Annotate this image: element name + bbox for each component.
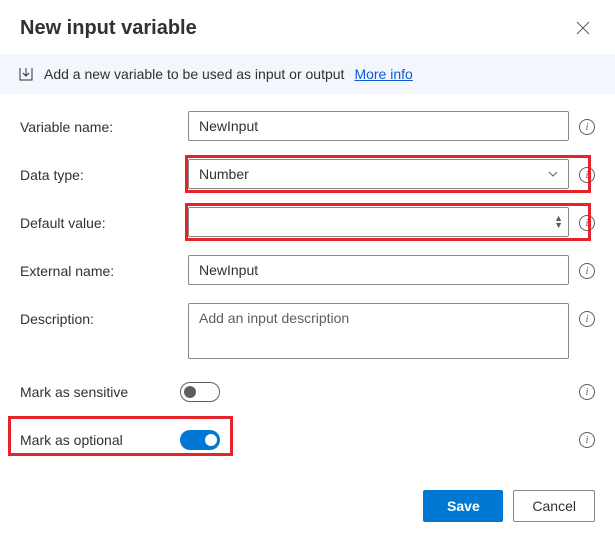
- chevron-down-icon: ▼: [554, 222, 563, 229]
- default-value-label: Default value:: [20, 207, 180, 231]
- more-info-link[interactable]: More info: [354, 66, 412, 82]
- data-type-label: Data type:: [20, 159, 180, 183]
- close-icon: [576, 21, 590, 35]
- info-icon[interactable]: i: [579, 432, 595, 448]
- save-button[interactable]: Save: [423, 490, 503, 522]
- info-icon[interactable]: i: [579, 167, 595, 183]
- info-icon[interactable]: i: [579, 263, 595, 279]
- mark-sensitive-toggle[interactable]: [180, 382, 220, 402]
- data-type-select[interactable]: Number: [188, 159, 569, 189]
- description-label: Description:: [20, 303, 180, 327]
- description-textarea[interactable]: [188, 303, 569, 359]
- variable-name-input[interactable]: [188, 111, 569, 141]
- external-name-input[interactable]: [188, 255, 569, 285]
- dialog-title: New input variable: [20, 17, 197, 40]
- info-icon[interactable]: i: [579, 384, 595, 400]
- external-name-label: External name:: [20, 255, 180, 279]
- banner-text: Add a new variable to be used as input o…: [44, 66, 344, 82]
- mark-optional-toggle[interactable]: [180, 430, 220, 450]
- mark-optional-label: Mark as optional: [20, 432, 180, 448]
- close-button[interactable]: [571, 16, 595, 40]
- spinner-control[interactable]: ▲▼: [554, 215, 563, 229]
- info-icon[interactable]: i: [579, 311, 595, 327]
- info-icon[interactable]: i: [579, 119, 595, 135]
- mark-sensitive-label: Mark as sensitive: [20, 384, 180, 400]
- default-value-input[interactable]: [188, 207, 569, 237]
- download-icon: [18, 66, 34, 82]
- info-icon[interactable]: i: [579, 215, 595, 231]
- cancel-button[interactable]: Cancel: [513, 490, 595, 522]
- variable-name-label: Variable name:: [20, 111, 180, 135]
- info-banner: Add a new variable to be used as input o…: [0, 54, 615, 94]
